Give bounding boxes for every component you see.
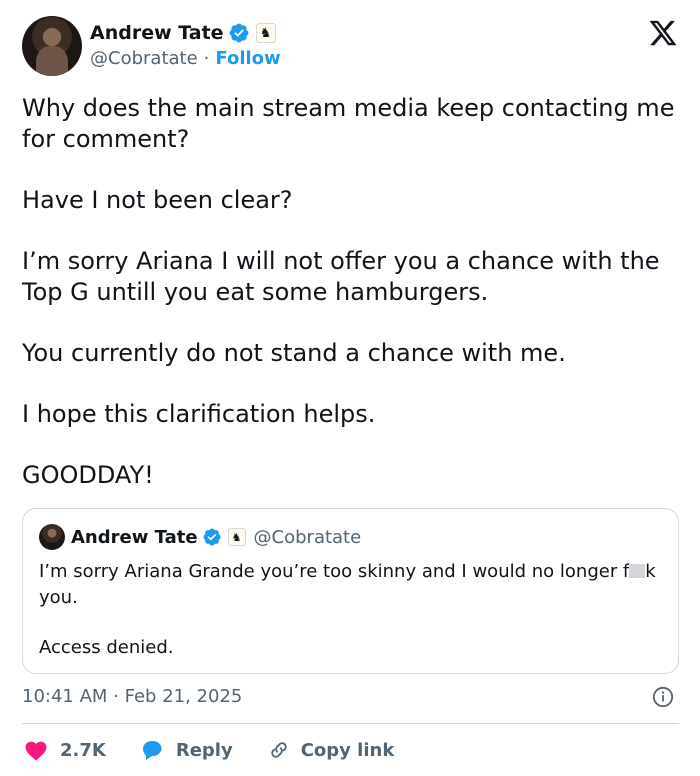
author-name[interactable]: Andrew Tate bbox=[90, 22, 224, 44]
tweet-paragraph: I hope this clarification helps. bbox=[22, 400, 376, 428]
quoted-text-part: I’m sorry Ariana Grande you’re too skinn… bbox=[39, 561, 630, 582]
divider bbox=[22, 723, 679, 724]
tweet-text: Why does the main stream media keep cont… bbox=[22, 93, 682, 521]
tweet-card: Andrew Tate ♞ @Cobratate · Follow Why do… bbox=[0, 0, 700, 776]
knight-affiliate-icon: ♞ bbox=[227, 528, 246, 546]
tweet-paragraph: GOODDAY! bbox=[22, 461, 154, 489]
action-bar: 2.7K Reply Copy link bbox=[24, 735, 428, 765]
separator-dot: · bbox=[203, 48, 210, 69]
quoted-tweet[interactable]: Andrew Tate ♞ @Cobratate I’m sorry Arian… bbox=[22, 508, 679, 674]
censor-blur bbox=[629, 564, 646, 578]
knight-affiliate-icon: ♞ bbox=[255, 23, 276, 43]
author-name-row: Andrew Tate ♞ bbox=[90, 20, 276, 46]
heart-icon bbox=[25, 741, 47, 761]
copy-link-label: Copy link bbox=[300, 739, 395, 761]
info-icon[interactable] bbox=[652, 686, 674, 708]
reply-button[interactable]: Reply bbox=[140, 739, 233, 761]
verified-badge-icon bbox=[202, 528, 221, 546]
verified-badge-icon bbox=[229, 23, 248, 43]
author-avatar[interactable] bbox=[22, 16, 82, 76]
copy-link-button[interactable]: Copy link bbox=[267, 739, 395, 761]
tweet-paragraph: You currently do not stand a chance with… bbox=[22, 339, 566, 367]
reply-icon bbox=[142, 741, 162, 760]
author-handle-row: @Cobratate · Follow bbox=[90, 48, 281, 69]
quoted-tweet-header: Andrew Tate ♞ @Cobratate bbox=[39, 524, 362, 550]
tweet-paragraph: Have I not been clear? bbox=[22, 186, 293, 214]
tweet-timestamp[interactable]: 10:41 AM · Feb 21, 2025 bbox=[22, 686, 242, 707]
quoted-paragraph: I’m sorry Ariana Grande you’re too skinn… bbox=[39, 559, 664, 611]
quoted-tweet-text: I’m sorry Ariana Grande you’re too skinn… bbox=[39, 559, 664, 685]
quoted-author-handle: @Cobratate bbox=[253, 526, 362, 548]
link-icon bbox=[271, 742, 287, 758]
reply-label: Reply bbox=[175, 739, 233, 761]
quoted-author-avatar bbox=[39, 524, 65, 550]
follow-button[interactable]: Follow bbox=[215, 48, 280, 69]
tweet-paragraph: I’m sorry Ariana I will not offer you a … bbox=[22, 247, 660, 306]
like-button[interactable]: 2.7K bbox=[24, 739, 106, 761]
author-handle[interactable]: @Cobratate bbox=[90, 48, 198, 69]
like-count: 2.7K bbox=[60, 739, 106, 761]
tweet-paragraph: Why does the main stream media keep cont… bbox=[22, 94, 675, 153]
x-logo-icon[interactable] bbox=[648, 18, 678, 48]
quoted-paragraph: Access denied. bbox=[39, 637, 174, 658]
quoted-author-name: Andrew Tate bbox=[71, 526, 198, 548]
